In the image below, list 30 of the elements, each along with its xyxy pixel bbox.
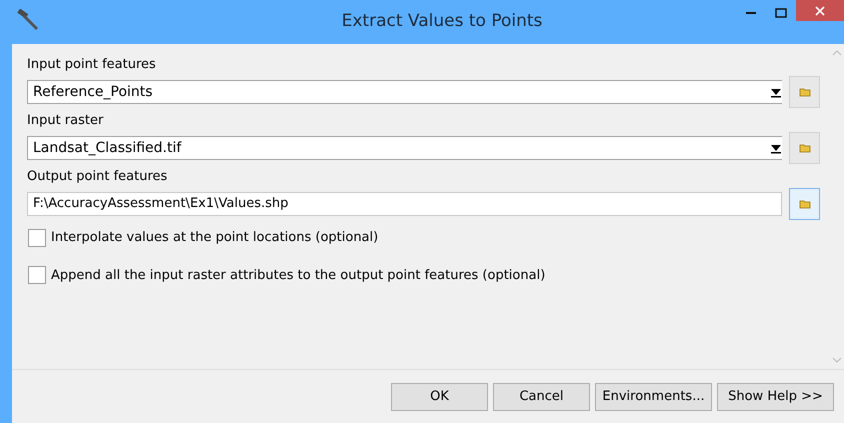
dropdown-arrow-icon <box>770 142 782 154</box>
input-field[interactable]: F:\AccuracyAssessment\Ex1\Values.shp <box>27 192 782 216</box>
dialog-button[interactable]: OK <box>391 382 488 410</box>
close-button[interactable] <box>796 0 844 21</box>
dropdown-field[interactable]: Reference_Points <box>27 80 782 104</box>
field-label: Input point features <box>27 56 157 74</box>
checkbox-label: Interpolate values at the point locations (optional) <box>51 229 378 247</box>
close-icon <box>815 6 825 16</box>
checkbox[interactable] <box>28 266 46 284</box>
checkbox-label: Append all the input raster attributes to the output point features (optional) <box>51 266 546 284</box>
chevron-down-icon[interactable] <box>832 357 842 363</box>
dropdown-field[interactable]: Landsat_Classified.tif <box>27 136 782 160</box>
dialog-button[interactable]: Environments... <box>595 382 712 410</box>
maximize-icon <box>775 8 787 18</box>
field-label: Input raster <box>27 112 104 130</box>
folder-icon <box>798 143 810 153</box>
window-title: Extract Values to Points <box>340 10 542 34</box>
minimize-icon <box>746 11 756 15</box>
folder-icon <box>798 87 810 97</box>
folder-icon <box>798 199 810 209</box>
chevron-up-icon[interactable] <box>832 50 842 56</box>
browse-button[interactable] <box>789 132 820 164</box>
dropdown-arrow-icon <box>770 86 782 98</box>
field-label: Output point features <box>27 168 168 186</box>
checkbox[interactable] <box>28 228 46 247</box>
dialog-button[interactable]: Cancel <box>493 382 590 410</box>
dialog-button[interactable]: Show Help >> <box>717 382 834 410</box>
browse-button[interactable] <box>789 188 820 220</box>
hammer-icon <box>16 9 40 31</box>
browse-button[interactable] <box>789 76 820 108</box>
